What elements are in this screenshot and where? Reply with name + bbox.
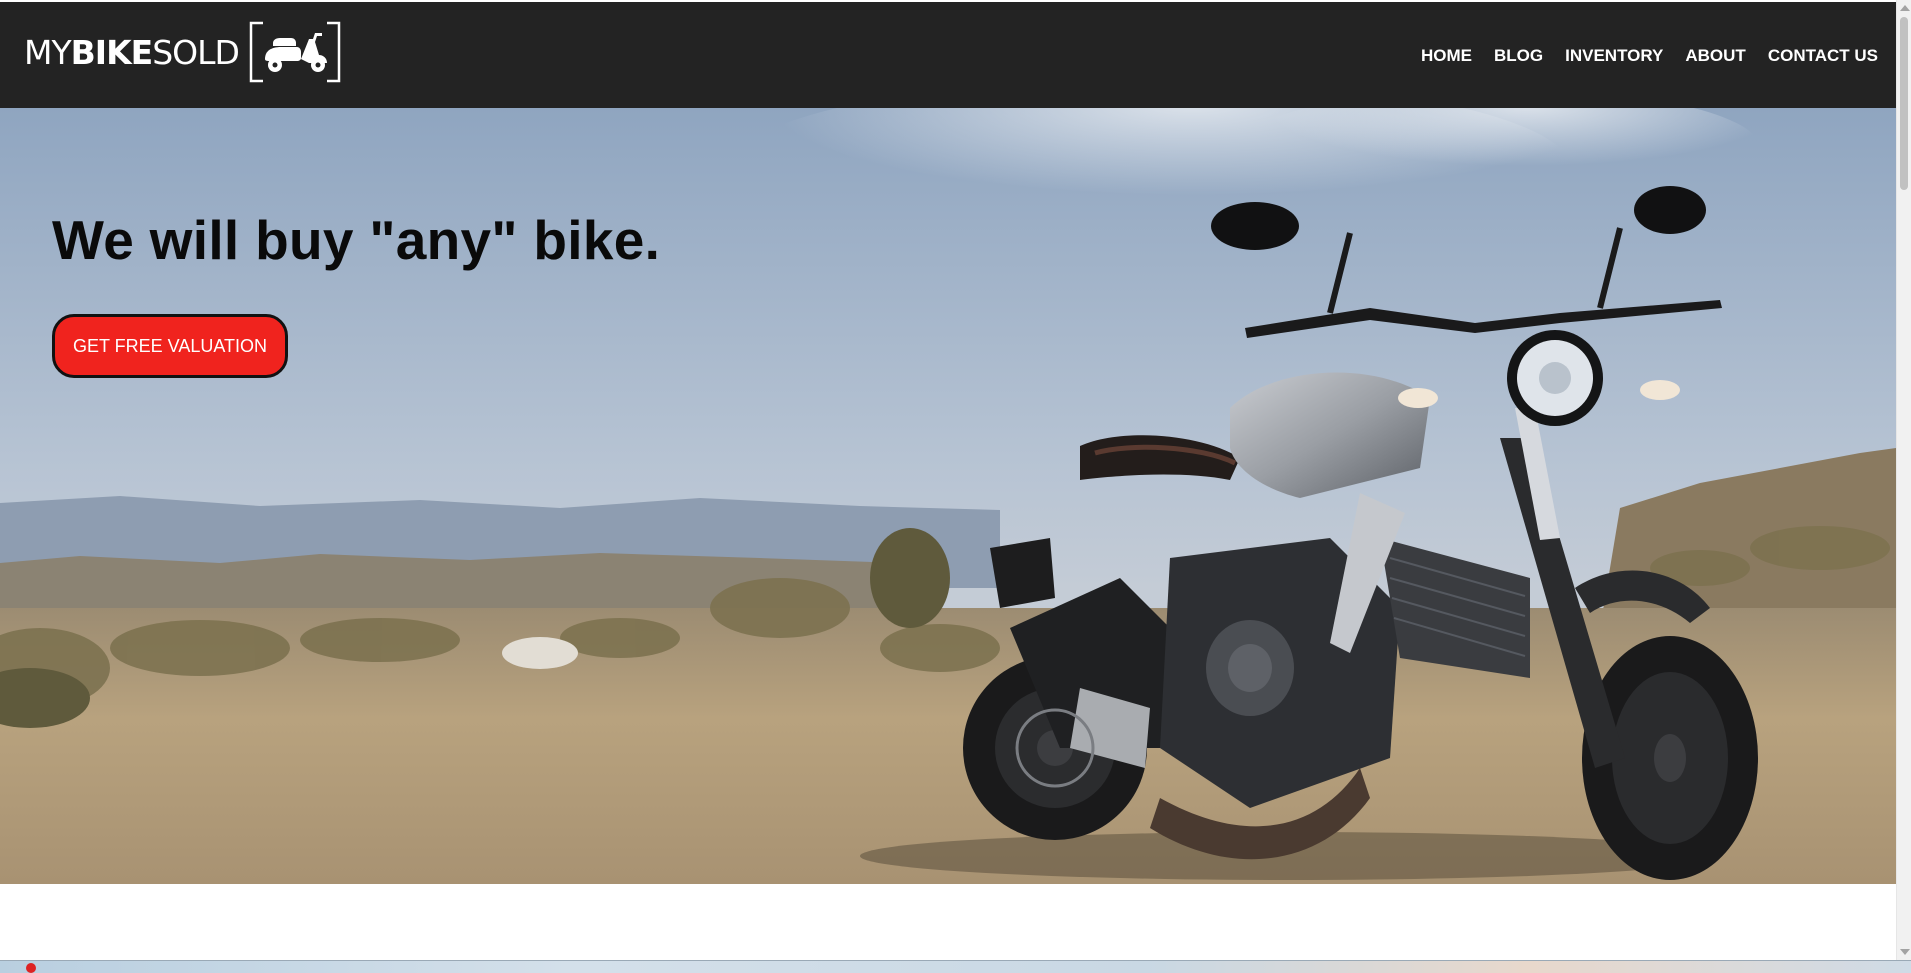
nav-about-link[interactable]: ABOUT <box>1685 46 1745 66</box>
nav-contact-link[interactable]: CONTACT US <box>1768 46 1878 66</box>
scrollbar-thumb[interactable] <box>1900 17 1908 190</box>
hero-title: We will buy "any" bike. <box>52 209 661 271</box>
nav-blog-link[interactable]: BLOG <box>1494 46 1543 66</box>
logo-text-my: MY <box>24 32 72 72</box>
get-free-valuation-button[interactable]: GET FREE VALUATION <box>52 314 288 378</box>
logo-wordmark: MY BIKE SOLD <box>24 32 240 72</box>
scroll-up-arrow-icon[interactable] <box>1900 5 1910 11</box>
nav-inventory-link[interactable]: INVENTORY <box>1565 46 1663 66</box>
vertical-scrollbar[interactable] <box>1896 0 1911 960</box>
scooter-icon <box>249 21 341 83</box>
logo-text-sold: SOLD <box>152 32 240 72</box>
os-taskbar <box>0 960 1911 973</box>
nav-home-link[interactable]: HOME <box>1421 46 1472 66</box>
site-logo[interactable]: MY BIKE SOLD <box>24 20 341 84</box>
scroll-down-arrow-icon[interactable] <box>1900 949 1910 955</box>
browser-viewport: MY BIKE SOLD HOME BLOG INVENTORY ABOUT C… <box>0 0 1911 960</box>
main-nav: HOME BLOG INVENTORY ABOUT CONTACT US <box>1421 46 1878 66</box>
logo-text-bike: BIKE <box>70 32 154 72</box>
page: MY BIKE SOLD HOME BLOG INVENTORY ABOUT C… <box>0 0 1896 960</box>
site-header: MY BIKE SOLD HOME BLOG INVENTORY ABOUT C… <box>0 2 1896 108</box>
hero-section: We will buy "any" bike. GET FREE VALUATI… <box>0 108 1896 884</box>
